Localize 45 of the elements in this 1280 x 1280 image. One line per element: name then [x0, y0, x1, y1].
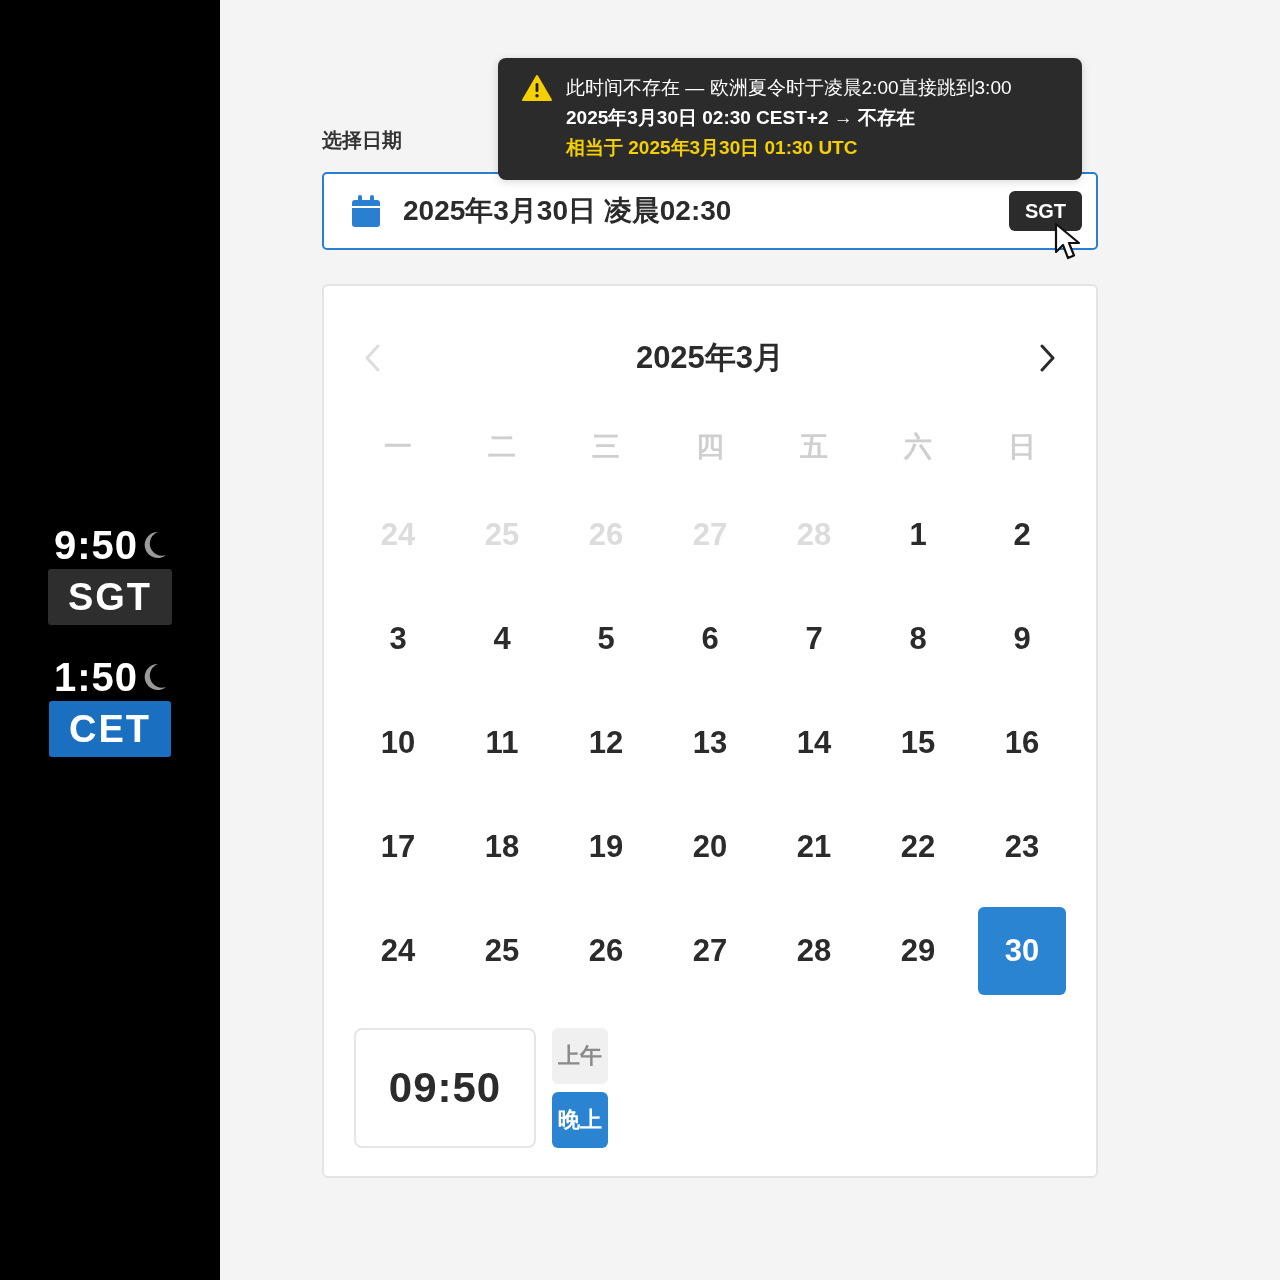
day-cell[interactable]: 24 [354, 907, 442, 995]
day-cell[interactable]: 5 [562, 595, 650, 683]
warning-icon [522, 75, 552, 101]
time-field[interactable]: 09:50 [354, 1028, 536, 1148]
day-cell[interactable]: 21 [770, 803, 858, 891]
day-cell[interactable]: 30 [978, 907, 1066, 995]
day-cell[interactable]: 23 [978, 803, 1066, 891]
field-label: 选择日期 [322, 128, 402, 153]
day-cell[interactable]: 26 [562, 907, 650, 995]
day-cell[interactable]: 9 [978, 595, 1066, 683]
month-title: 2025年3月 [635, 339, 785, 377]
day-cell[interactable]: 8 [874, 595, 962, 683]
timezone-badge: CET [49, 701, 171, 757]
day-cell[interactable]: 10 [354, 699, 442, 787]
day-cell[interactable]: 16 [978, 699, 1066, 787]
day-cell[interactable]: 2 [978, 491, 1066, 579]
day-cell[interactable]: 27 [666, 907, 754, 995]
day-cell[interactable]: 20 [666, 803, 754, 891]
day-cell[interactable]: 29 [874, 907, 962, 995]
tooltip-text: 相当于 2025年3月30日 01:30 UTC [566, 136, 859, 160]
day-cell[interactable]: 3 [354, 595, 442, 683]
day-cell[interactable]: 6 [666, 595, 754, 683]
day-cell[interactable]: 19 [562, 803, 650, 891]
day-cell[interactable]: 4 [458, 595, 546, 683]
day-cell[interactable]: 1 [874, 491, 962, 579]
period-button[interactable]: 晚上 [552, 1092, 608, 1148]
day-cell[interactable]: 22 [874, 803, 962, 891]
timezone-button[interactable]: SGT [1008, 191, 1082, 231]
clock-time: 9:50 [53, 523, 139, 567]
timezone-badge: SGT [47, 569, 173, 625]
tooltip-text: 2025年3月30日 02:30 CEST+2 → 不存在 [566, 106, 916, 130]
day-cell[interactable]: 11 [458, 699, 546, 787]
tooltip-text: 此时间不存在 — 欧洲夏令时于凌晨2:00直接跳到3:00 [566, 76, 1012, 100]
clock-time: 1:50 [53, 655, 139, 699]
day-cell[interactable]: 25 [458, 907, 546, 995]
day-cell[interactable]: 18 [458, 803, 546, 891]
field-value: 2025年3月30日 凌晨02:30 [403, 194, 733, 228]
day-cell[interactable]: 14 [770, 699, 858, 787]
day-cell[interactable]: 15 [874, 699, 962, 787]
day-cell[interactable]: 13 [666, 699, 754, 787]
day-cell[interactable]: 17 [354, 803, 442, 891]
day-cell[interactable]: 7 [770, 595, 858, 683]
day-cell[interactable]: 28 [770, 907, 858, 995]
calendar-icon [352, 195, 380, 227]
day-cell[interactable]: 12 [562, 699, 650, 787]
